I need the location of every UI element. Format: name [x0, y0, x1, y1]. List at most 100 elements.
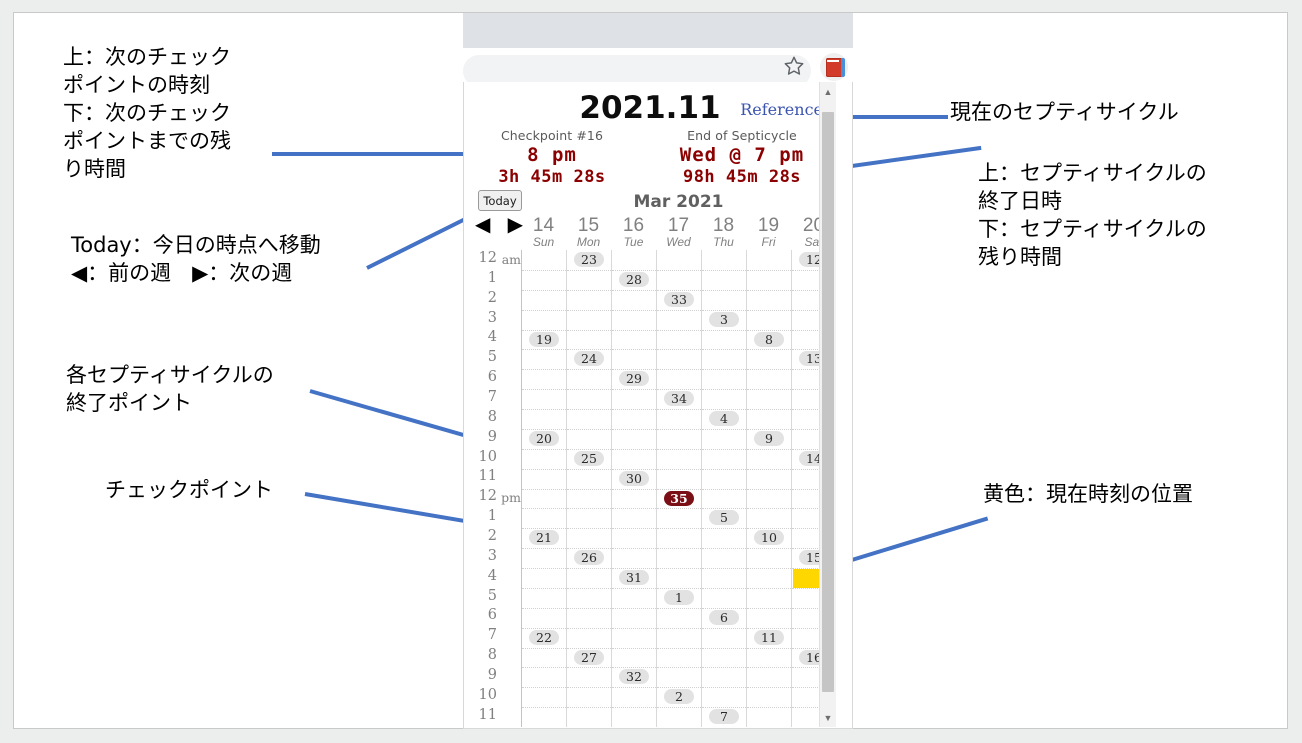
bookmark-star-icon[interactable] — [783, 55, 805, 77]
hour-number: 5 — [487, 349, 497, 366]
day-column-mon[interactable]: 23 24 25 26 27 — [566, 250, 611, 727]
hour-gridline — [702, 448, 746, 450]
septicycle-end-pill[interactable]: 31 — [619, 570, 649, 585]
calendar-grid: 12 am 1 2 3 4 5 6 7 8 9 10 11 12 pm 1 2 3 4 5 6 7 8 9 10 11 19 20 2… — [464, 250, 836, 727]
hour-gridline — [612, 289, 656, 291]
vertical-scrollbar[interactable]: ▲ ▼ — [819, 82, 836, 727]
hour-gridline — [522, 607, 566, 609]
hour-gridline — [567, 687, 611, 689]
today-button[interactable]: Today — [478, 190, 522, 211]
day-column-fri[interactable]: 8 9 10 11 — [746, 250, 791, 727]
day-header-fri: 19 Fri — [746, 215, 791, 250]
hour-label: 2 — [464, 528, 521, 548]
septicycle-end-pill[interactable]: 22 — [529, 629, 559, 645]
hour-gridline — [567, 468, 611, 470]
hour-gridline — [747, 528, 791, 530]
septicycle-end-pill[interactable]: 21 — [529, 530, 559, 546]
septicycle-extension-icon[interactable] — [820, 53, 848, 81]
hour-gridline — [747, 667, 791, 669]
septicycle-end-pill[interactable]: 6 — [709, 609, 739, 625]
septicycle-end-pill[interactable]: 3 — [709, 311, 739, 327]
hour-gridline — [522, 269, 566, 271]
hour-gridline — [612, 409, 656, 410]
hour-gridline — [702, 548, 746, 550]
scroll-up-icon[interactable]: ▲ — [820, 83, 836, 100]
septicycle-end-pill[interactable]: 23 — [574, 252, 604, 267]
hour-gridline — [747, 548, 791, 550]
reference-link[interactable]: Reference — [740, 100, 823, 119]
septicycle-end-pill[interactable]: 20 — [529, 430, 559, 446]
hour-gridline — [747, 687, 791, 689]
scroll-down-icon[interactable]: ▼ — [820, 709, 836, 726]
hour-number: 12 — [478, 250, 497, 266]
hour-number: 8 — [487, 647, 497, 664]
septicycle-end-pill[interactable]: 28 — [619, 271, 649, 287]
month-title: Mar 2021 — [633, 192, 724, 212]
hour-gridline — [612, 528, 656, 530]
septicycle-end-pill[interactable]: 19 — [529, 331, 559, 347]
annotation-checkpoint-info: 上：次のチェック ポイントの時刻 下：次のチェック ポイントまでの残 り時間 — [63, 45, 231, 181]
septicycle-end-pill[interactable]: 5 — [709, 510, 739, 526]
day-header-row: 14 Sun 15 Mon 16 Tue 17 Wed 18 Thu 19 Fri 20 Sat — [521, 215, 836, 250]
hour-gridline — [747, 448, 791, 450]
hour-gridline — [567, 289, 611, 291]
septicycle-end-pill[interactable]: 32 — [619, 669, 649, 685]
septicycle-remaining: 98h 45m 28s — [682, 167, 802, 187]
day-number: 18 — [712, 215, 735, 236]
hour-gridline — [747, 647, 791, 649]
hour-gridline — [702, 409, 746, 410]
hour-gridline — [747, 269, 791, 271]
septicycle-end-pill[interactable]: 27 — [574, 649, 604, 665]
hour-label: 5 — [464, 588, 521, 608]
day-number: 19 — [757, 215, 780, 236]
septicycle-end-pill[interactable]: 8 — [754, 331, 784, 347]
septicycle-end-pill[interactable]: 9 — [754, 430, 784, 446]
hour-gridline — [567, 587, 611, 589]
hour-label: 6 — [464, 369, 521, 389]
hour-gridline — [522, 349, 566, 351]
septicycle-end-pill[interactable]: 33 — [664, 291, 694, 307]
septicycle-end-pill[interactable]: 34 — [664, 391, 694, 407]
septicycle-end-pill[interactable]: 25 — [574, 450, 604, 466]
hour-gridline — [612, 448, 656, 450]
septicycle-end-pill[interactable]: 2 — [664, 689, 694, 705]
hour-gridline — [522, 369, 566, 371]
hour-gridline — [702, 568, 746, 569]
scrollbar-thumb[interactable] — [822, 112, 834, 692]
septicycle-end-pill[interactable]: 1 — [664, 589, 694, 605]
hour-gridline — [567, 309, 611, 311]
septicycle-end-pill[interactable]: 29 — [619, 371, 649, 387]
hour-gridline — [567, 409, 611, 410]
hour-gridline — [657, 548, 701, 550]
day-number: 16 — [622, 215, 645, 236]
hour-gridline — [612, 389, 656, 391]
hour-gridline — [657, 269, 701, 271]
septicycle-end-pill[interactable]: 7 — [709, 709, 739, 725]
hour-number: 8 — [487, 408, 497, 425]
hour-gridline — [567, 349, 611, 351]
day-column-wed[interactable]: 33 34 35 1 2 — [656, 250, 701, 727]
annotation-septicycle-endpoints: 各セプティサイクルの 終了ポイント — [66, 363, 274, 415]
day-column-thu[interactable]: 3 4 5 6 7 — [701, 250, 746, 727]
prev-week-icon[interactable]: ◀ — [475, 215, 490, 235]
septicycle-end-pill[interactable]: 26 — [574, 550, 604, 566]
septicycle-end-pill[interactable]: 24 — [574, 351, 604, 367]
hour-labels-column: 12 am 1 2 3 4 5 6 7 8 9 10 11 12 pm 1 2 3 4 5 6 7 8 9 10 11 — [464, 250, 521, 727]
septicycle-end-pill[interactable]: 11 — [754, 629, 784, 645]
hour-gridline — [522, 627, 566, 629]
hour-number: 6 — [487, 607, 497, 624]
hour-gridline — [657, 568, 701, 569]
hour-gridline — [702, 528, 746, 530]
day-column-tue[interactable]: 28 29 30 31 32 — [611, 250, 656, 727]
septicycle-end-pill[interactable]: 10 — [754, 530, 784, 546]
day-weekday: Thu — [713, 235, 734, 249]
septicycle-end-pill[interactable]: 4 — [709, 411, 739, 426]
hour-gridline — [567, 488, 611, 490]
septicycle-end-pill[interactable]: 30 — [619, 470, 649, 486]
hour-gridline — [567, 508, 611, 510]
checkpoint-pill[interactable]: 35 — [664, 490, 694, 506]
hour-gridline — [612, 329, 656, 331]
hour-gridline — [747, 468, 791, 470]
day-column-sun[interactable]: 19 20 21 22 — [521, 250, 566, 727]
hour-gridline — [702, 707, 746, 709]
